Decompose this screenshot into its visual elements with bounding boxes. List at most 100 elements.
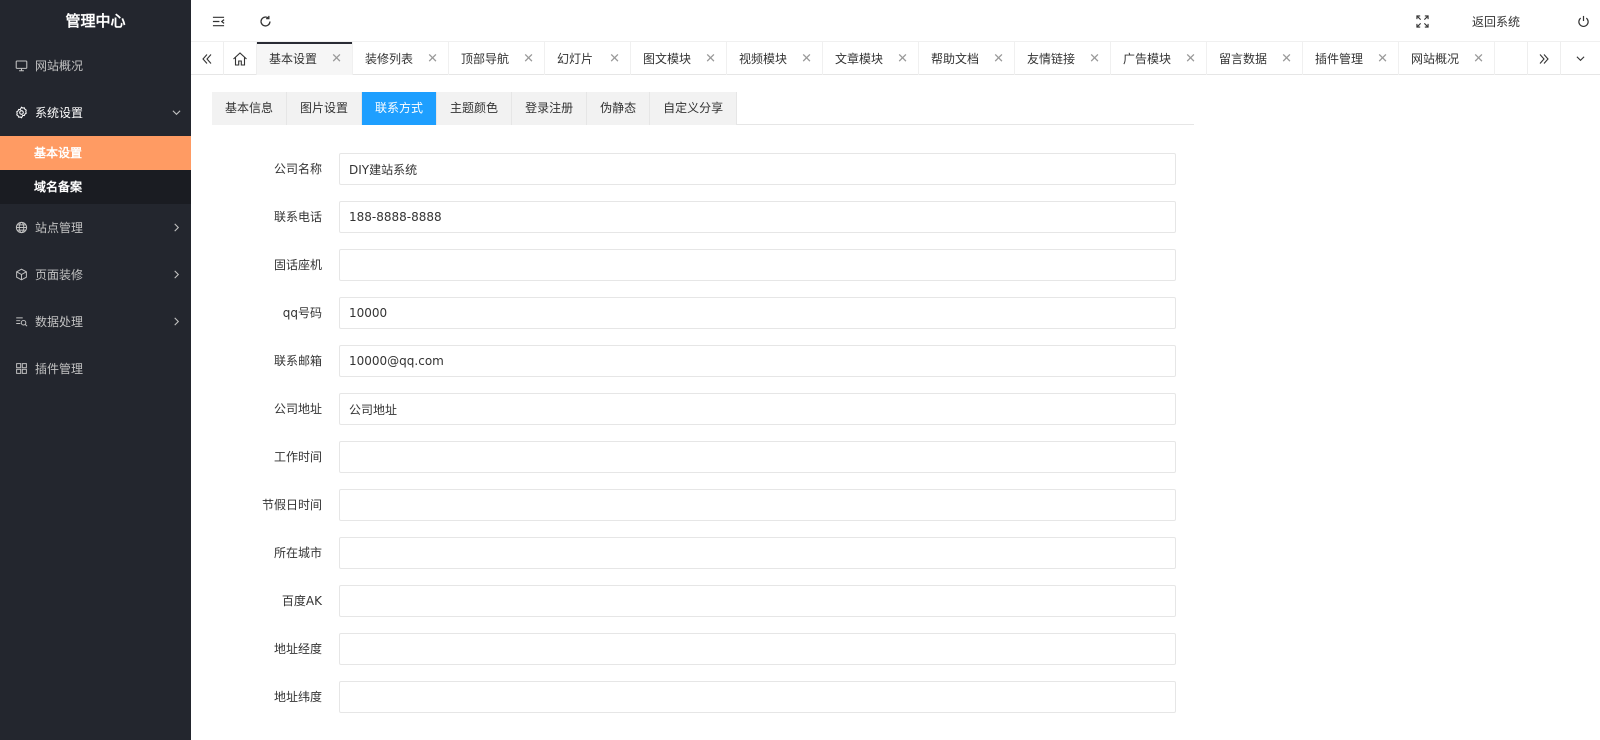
chevron-right-icon (172, 315, 181, 329)
subtab-custom-share[interactable]: 自定义分享 (650, 92, 738, 125)
return-system-button[interactable]: 返回系统 (1461, 0, 1531, 42)
power-icon[interactable] (1572, 0, 1594, 42)
sidebar-item-page-decoration[interactable]: 页面装修 (0, 251, 191, 298)
tab-label: 视频模块 (739, 52, 788, 66)
field-label: 地址经度 (273, 642, 322, 656)
chevron-right-icon (172, 268, 181, 282)
qq-field[interactable] (339, 297, 1176, 329)
form-row-company-name: 公司名称 (191, 153, 1391, 201)
tab-decoration-list[interactable]: 装修列表 ✕ (353, 42, 449, 75)
tab-top-nav[interactable]: 顶部导航 ✕ (449, 42, 545, 75)
form-row-city: 所在城市 (191, 537, 1391, 585)
close-icon[interactable]: ✕ (609, 51, 620, 66)
home-icon[interactable] (224, 42, 257, 75)
baidu-ak-field[interactable] (339, 585, 1176, 617)
close-icon[interactable]: ✕ (1377, 51, 1388, 66)
data-search-icon (14, 315, 28, 329)
form-row-email: 联系邮箱 (191, 345, 1391, 393)
tab-help-docs[interactable]: 帮助文档 ✕ (919, 42, 1015, 75)
sidebar-item-plugin-management[interactable]: 插件管理 (0, 345, 191, 392)
tab-label: 基本设置 (269, 52, 318, 66)
field-label: qq号码 (282, 306, 322, 320)
sidebar-item-label: 页面装修 (35, 268, 84, 282)
tab-label: 帮助文档 (931, 52, 980, 66)
sidebar-item-data-processing[interactable]: 数据处理 (0, 298, 191, 345)
company-name-field[interactable] (339, 153, 1176, 185)
tab-label: 广告模块 (1123, 52, 1172, 66)
field-label: 所在城市 (273, 546, 322, 560)
sidebar-item-label: 数据处理 (35, 315, 84, 329)
field-label: 工作时间 (273, 450, 322, 464)
close-icon[interactable]: ✕ (1281, 51, 1292, 66)
tab-plugin-management[interactable]: 插件管理 ✕ (1303, 42, 1399, 75)
tab-site-overview[interactable]: 网站概况 ✕ (1399, 42, 1495, 75)
close-icon[interactable]: ✕ (427, 51, 438, 66)
field-label: 公司名称 (273, 162, 322, 176)
app: 管理中心 网站概况 系统设置 基本设置 域名备案 站点管理 页面装修 数据处理 … (0, 0, 1600, 740)
tab-label: 插件管理 (1315, 52, 1364, 66)
subtab-pseudo-static[interactable]: 伪静态 (587, 92, 651, 125)
fullscreen-icon[interactable] (1411, 0, 1433, 42)
landline-field[interactable] (339, 249, 1176, 281)
form-row-phone: 联系电话 (191, 201, 1391, 249)
subtab-contact[interactable]: 联系方式 (362, 92, 438, 125)
tab-image-text-module[interactable]: 图文模块 ✕ (631, 42, 727, 75)
chevron-right-icon (172, 221, 181, 235)
sidebar-item-label: 站点管理 (35, 221, 84, 235)
tab-ad-module[interactable]: 广告模块 ✕ (1111, 42, 1207, 75)
close-icon[interactable]: ✕ (523, 51, 534, 66)
form-row-qq: qq号码 (191, 297, 1391, 345)
address-field[interactable] (339, 393, 1176, 425)
longitude-field[interactable] (339, 633, 1176, 665)
subtab-image-settings[interactable]: 图片设置 (287, 92, 363, 125)
sidebar-subitem-domain-filing[interactable]: 域名备案 (0, 170, 191, 204)
tab-label: 顶部导航 (461, 52, 510, 66)
tab-message-data[interactable]: 留言数据 ✕ (1207, 42, 1303, 75)
close-icon[interactable]: ✕ (897, 51, 908, 66)
tab-label: 网站概况 (1411, 52, 1460, 66)
form-row-address: 公司地址 (191, 393, 1391, 441)
field-label: 固话座机 (273, 258, 322, 272)
sidebar-subitem-basic-settings[interactable]: 基本设置 (0, 136, 191, 170)
refresh-icon[interactable] (254, 0, 276, 42)
subtab-basic-info[interactable]: 基本信息 (212, 92, 288, 125)
page-tabs: 基本设置 ✕ 装修列表 ✕ 顶部导航 ✕ 幻灯片 ✕ 图文模块 ✕ 视频模块 ✕ 文章模块 ✕… (257, 42, 1495, 75)
sidebar-item-overview[interactable]: 网站概况 (0, 42, 191, 89)
close-icon[interactable]: ✕ (1473, 51, 1484, 66)
city-field[interactable] (339, 537, 1176, 569)
monitor-icon (14, 59, 28, 73)
sidebar-item-system-settings[interactable]: 系统设置 (0, 89, 191, 136)
sidebar-item-label: 系统设置 (35, 106, 84, 120)
tab-article-module[interactable]: 文章模块 ✕ (823, 42, 919, 75)
close-icon[interactable]: ✕ (993, 51, 1004, 66)
close-icon[interactable]: ✕ (1185, 51, 1196, 66)
subtab-theme-color[interactable]: 主题颜色 (437, 92, 513, 125)
tabs-more-chevron-down-icon[interactable] (1560, 42, 1600, 75)
tab-friend-links[interactable]: 友情链接 ✕ (1015, 42, 1111, 75)
subtab-login-register[interactable]: 登录注册 (512, 92, 588, 125)
tab-basic-settings[interactable]: 基本设置 ✕ (257, 42, 353, 75)
close-icon[interactable]: ✕ (705, 51, 716, 66)
field-label: 节假日时间 (261, 498, 322, 512)
field-label: 百度AK (281, 594, 322, 608)
holiday-hours-field[interactable] (339, 489, 1176, 521)
globe-icon (14, 221, 28, 235)
form-row-work-hours: 工作时间 (191, 441, 1391, 489)
field-label: 公司地址 (273, 402, 322, 416)
close-icon[interactable]: ✕ (1089, 51, 1100, 66)
tab-video-module[interactable]: 视频模块 ✕ (727, 42, 823, 75)
phone-field[interactable] (339, 201, 1176, 233)
sidebar-item-site-management[interactable]: 站点管理 (0, 204, 191, 251)
latitude-field[interactable] (339, 681, 1176, 713)
menu-collapse-icon[interactable] (207, 0, 229, 42)
work-hours-field[interactable] (339, 441, 1176, 473)
email-field[interactable] (339, 345, 1176, 377)
tab-slideshow[interactable]: 幻灯片 ✕ (545, 42, 631, 75)
close-icon[interactable]: ✕ (801, 51, 812, 66)
tab-label: 友情链接 (1027, 52, 1076, 66)
tabs-scroll-left-icon[interactable] (191, 42, 224, 75)
field-label: 地址纬度 (273, 690, 322, 704)
app-title: 管理中心 (65, 12, 126, 30)
tabs-scroll-right-icon[interactable] (1527, 42, 1560, 75)
close-icon[interactable]: ✕ (331, 51, 342, 66)
